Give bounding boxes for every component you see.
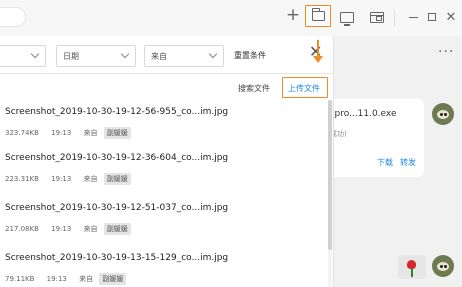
- upload-file-label: 上传文件: [288, 84, 320, 93]
- uploader-tag[interactable]: 副媛媛: [103, 127, 131, 139]
- file-time: 19:13: [51, 225, 72, 233]
- uploader-tag[interactable]: 副媛媛: [99, 273, 127, 285]
- file-from: 来自: [83, 225, 98, 233]
- scrollbar-thumb[interactable]: [328, 100, 332, 250]
- search-box[interactable]: [0, 7, 26, 27]
- file-meta: 223.31KB 19:13 来自 副媛媛: [5, 173, 141, 185]
- search-files-link[interactable]: 搜索文件: [238, 83, 270, 94]
- minimize-icon[interactable]: [404, 9, 422, 25]
- list-item[interactable]: Screenshot_2019-10-30-19-12-56-955_co...…: [0, 100, 328, 150]
- date-filter-select[interactable]: 日期: [56, 45, 136, 67]
- box-icon[interactable]: [368, 9, 386, 25]
- avatar[interactable]: [432, 255, 454, 277]
- file-size: 223.31KB: [5, 175, 39, 183]
- file-size: 323.74KB: [5, 129, 39, 137]
- file-name: Screenshot_2019-10-30-19-12-36-604_co...…: [5, 153, 229, 163]
- file-size: 217.08KB: [5, 225, 39, 233]
- more-icon[interactable]: ···: [438, 44, 454, 60]
- chevron-down-icon: [120, 49, 130, 59]
- files-button[interactable]: [305, 5, 331, 27]
- file-from: 来自: [83, 129, 98, 137]
- file-size: 79.11KB: [5, 275, 35, 283]
- reset-filters-button[interactable]: 重置条件: [234, 50, 266, 61]
- group-files-panel: 日期 来自 重置条件 ✕ 搜索文件 上传文件 Screenshot_2019-1…: [0, 36, 334, 287]
- annotation-arrow-head: [313, 56, 323, 63]
- type-filter-select[interactable]: [0, 45, 46, 67]
- chevron-down-icon: [208, 49, 218, 59]
- maximize-icon[interactable]: [423, 9, 441, 25]
- title-bar: + ✕: [0, 0, 462, 36]
- file-message-bubble[interactable]: _pro...11.0.exe 成功) 下载 转发: [326, 99, 424, 177]
- file-meta: 323.74KB 19:13 来自 副媛媛: [5, 127, 141, 139]
- close-icon[interactable]: ✕: [442, 9, 460, 25]
- uploader-tag[interactable]: 副媛媛: [103, 173, 131, 185]
- file-from: 来自: [79, 275, 94, 283]
- date-filter-label: 日期: [63, 52, 79, 61]
- file-time: 19:13: [51, 129, 72, 137]
- plus-icon[interactable]: +: [284, 6, 302, 23]
- chevron-down-icon: [30, 49, 40, 59]
- upload-file-button[interactable]: 上传文件: [282, 77, 328, 98]
- download-link[interactable]: 下载: [377, 157, 393, 168]
- filter-bar: 日期 来自 重置条件 ✕: [0, 36, 334, 74]
- file-meta: 79.11KB 19:13 来自 副媛媛: [5, 273, 136, 285]
- file-name: Screenshot_2019-10-30-19-13-15-129_co...…: [5, 253, 229, 263]
- file-time: 19:13: [46, 275, 67, 283]
- divider: [394, 10, 395, 26]
- list-item[interactable]: Screenshot_2019-10-30-19-13-15-129_co...…: [0, 246, 328, 287]
- source-filter-label: 来自: [151, 52, 167, 61]
- uploader-tag[interactable]: 副媛媛: [103, 223, 131, 235]
- list-item[interactable]: Screenshot_2019-10-30-19-12-51-037_co...…: [0, 196, 328, 246]
- file-from: 来自: [83, 175, 98, 183]
- forward-link[interactable]: 转发: [400, 157, 416, 168]
- list-item[interactable]: Screenshot_2019-10-30-19-12-36-604_co...…: [0, 146, 328, 196]
- message-file-name: _pro...11.0.exe: [330, 109, 397, 119]
- screen-icon[interactable]: [338, 9, 356, 26]
- image-message-thumbnail[interactable]: [398, 255, 426, 279]
- file-name: Screenshot_2019-10-30-19-12-56-955_co...…: [5, 107, 229, 117]
- file-meta: 217.08KB 19:13 来自 副媛媛: [5, 223, 141, 235]
- avatar[interactable]: [432, 103, 454, 125]
- file-name: Screenshot_2019-10-30-19-12-51-037_co...…: [5, 203, 229, 213]
- file-time: 19:13: [51, 175, 72, 183]
- scrollbar[interactable]: [328, 100, 332, 287]
- source-filter-select[interactable]: 来自: [144, 45, 224, 67]
- folder-icon: [311, 8, 325, 21]
